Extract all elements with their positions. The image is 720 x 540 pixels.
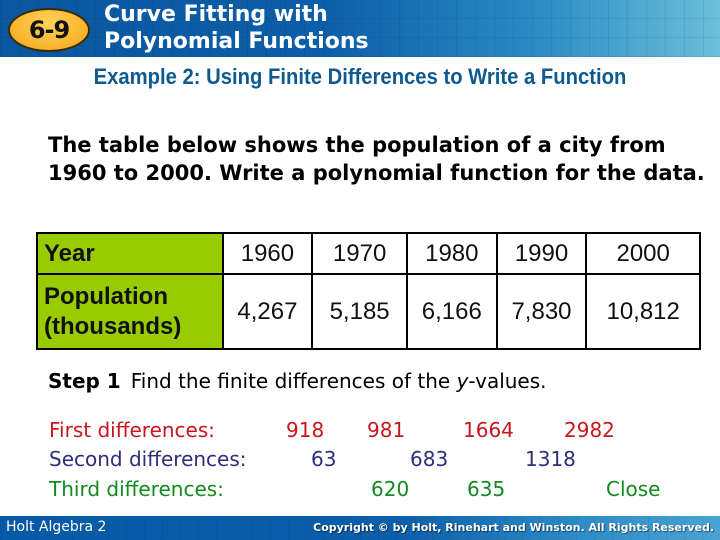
third-differences-row: Third differences: 620 635 Close (49, 477, 719, 505)
first-differences-row: First differences: 918 981 1664 2982 (49, 418, 719, 446)
table-cell: 6,166 (405, 273, 498, 350)
table-cell: 1970 (311, 232, 408, 275)
second-differences-row: Second differences: 63 683 1318 (49, 447, 719, 475)
first-difference-value: 981 (367, 418, 406, 442)
third-differences-note: Close (606, 477, 661, 501)
table-cell: 4,267 (221, 273, 314, 350)
row-header-year: Year (36, 232, 224, 275)
row-header-population-line2: (thousands) (44, 312, 182, 340)
header-bar: 6-9 Curve Fitting with Polynomial Functi… (0, 0, 720, 57)
example-title: Example 2: Using Finite Differences to W… (93, 64, 627, 89)
first-difference-value: 918 (286, 418, 325, 442)
table-cell: 10,812 (585, 273, 701, 350)
second-difference-value: 683 (410, 447, 449, 471)
first-difference-value: 1664 (463, 418, 514, 442)
footer-bar: Holt Algebra 2 Copyright © by Holt, Rine… (0, 516, 720, 540)
lesson-title: Curve Fitting with Polynomial Functions (104, 1, 369, 55)
step-text-before: Find the finite differences of the (130, 369, 457, 393)
step-variable: y (456, 369, 469, 393)
table-cell: 5,185 (311, 273, 408, 350)
step-1: Step 1 Find the finite differences of the… (48, 369, 547, 393)
row-header-population: Population (thousands) (36, 273, 224, 350)
third-differences-label: Third differences: (49, 477, 224, 501)
second-difference-value: 1318 (525, 447, 576, 471)
table-cell: 2000 (585, 232, 701, 275)
step-text-after: -values. (468, 369, 547, 393)
table-cell: 1990 (495, 232, 588, 275)
first-differences-label: First differences: (49, 418, 216, 442)
lesson-title-line1: Curve Fitting with (104, 2, 328, 27)
table-cell: 7,830 (495, 273, 588, 350)
table-row-population: Population (thousands) 4,267 5,185 6,166… (36, 273, 701, 350)
lesson-number: 6-9 (28, 16, 70, 44)
table-cell: 1960 (221, 232, 314, 275)
second-difference-value: 63 (311, 447, 337, 471)
step-label: Step 1 (48, 369, 121, 393)
problem-statement: The table below shows the population of … (48, 133, 705, 185)
footer-book-title: Holt Algebra 2 (6, 519, 107, 535)
first-difference-value: 2982 (564, 418, 615, 442)
second-differences-label: Second differences: (49, 447, 247, 471)
third-difference-value: 620 (371, 477, 410, 501)
row-header-population-line1: Population (44, 282, 168, 310)
lesson-title-line2: Polynomial Functions (104, 29, 369, 54)
table-cell: 1980 (405, 232, 498, 275)
table-row-year: Year 1960 1970 1980 1990 2000 (36, 232, 701, 275)
footer-copyright: Copyright © by Holt, Rinehart and Winsto… (313, 521, 714, 534)
third-difference-value: 635 (467, 477, 506, 501)
lesson-badge: 6-9 (8, 8, 90, 52)
population-table: Year 1960 1970 1980 1990 2000 Population… (36, 232, 701, 350)
